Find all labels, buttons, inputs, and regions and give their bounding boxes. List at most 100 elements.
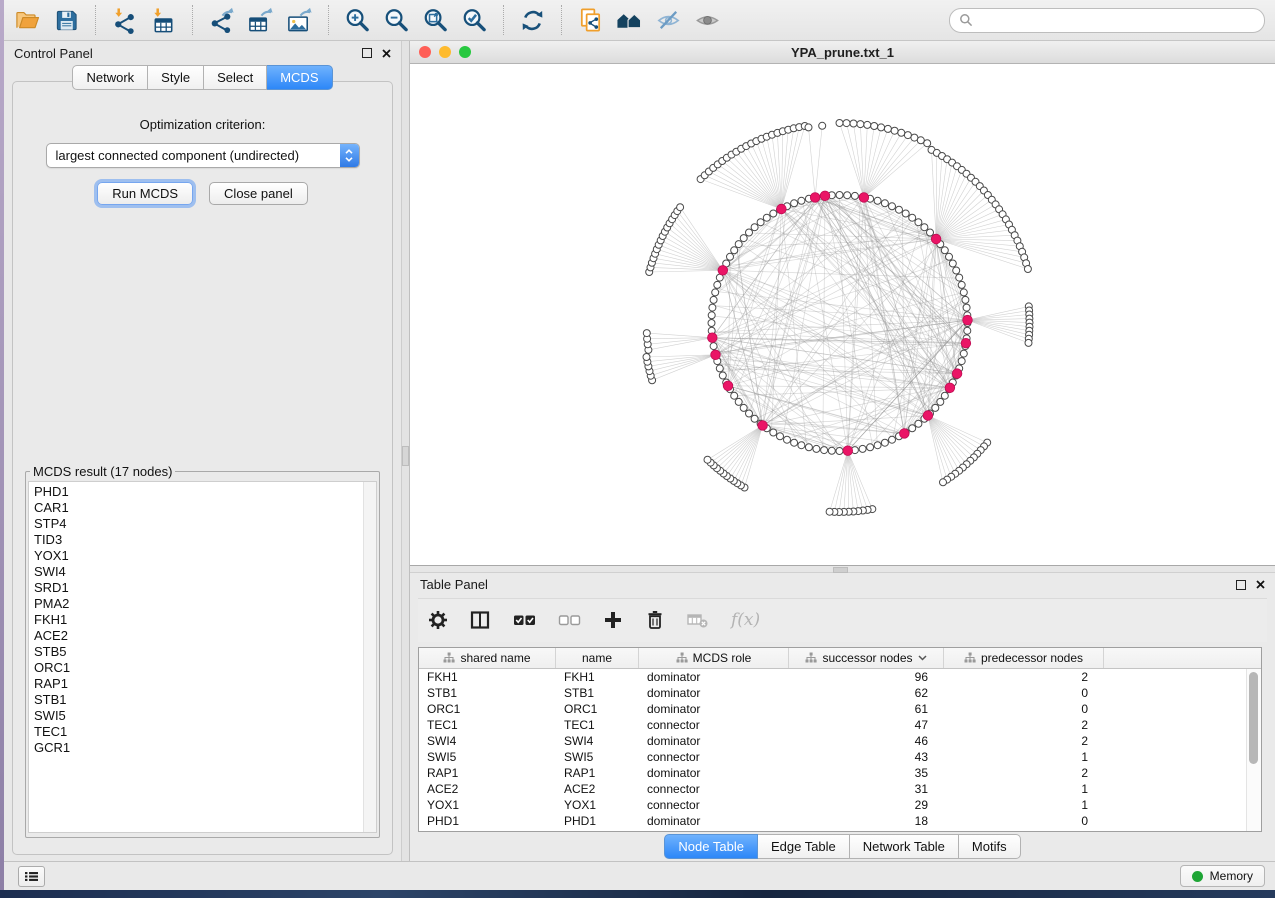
- float-panel-icon[interactable]: [1236, 580, 1246, 590]
- network-graph[interactable]: [410, 64, 1275, 565]
- close-panel-icon[interactable]: [1256, 580, 1265, 589]
- table-cell[interactable]: 2: [944, 766, 1104, 780]
- table-row[interactable]: SWI4SWI4dominator462: [419, 733, 1261, 749]
- table-cell[interactable]: STB1: [556, 686, 639, 700]
- table-row[interactable]: ACE2ACE2connector311: [419, 781, 1261, 797]
- table-row[interactable]: RAP1RAP1dominator352: [419, 765, 1261, 781]
- add-column-button[interactable]: [603, 610, 623, 630]
- tab-select[interactable]: Select: [204, 65, 267, 90]
- table-cell[interactable]: 47: [789, 718, 944, 732]
- table-row[interactable]: ORC1ORC1dominator610: [419, 701, 1261, 717]
- table-row[interactable]: YOX1YOX1connector291: [419, 797, 1261, 813]
- table-cell[interactable]: 96: [789, 670, 944, 684]
- mcds-result-item[interactable]: PHD1: [34, 484, 376, 500]
- table-cell[interactable]: 2: [944, 670, 1104, 684]
- table-cell[interactable]: 0: [944, 686, 1104, 700]
- show-columns-button[interactable]: [470, 610, 491, 630]
- mcds-result-item[interactable]: STB5: [34, 644, 376, 660]
- table-row[interactable]: TEC1TEC1connector472: [419, 717, 1261, 733]
- table-cell[interactable]: 1: [944, 750, 1104, 764]
- table-cell[interactable]: 18: [789, 814, 944, 828]
- table-cell[interactable]: YOX1: [419, 798, 556, 812]
- tab-network[interactable]: Network: [72, 65, 148, 90]
- column-header-shared-name[interactable]: shared name: [419, 648, 556, 668]
- criterion-select[interactable]: largest connected component (undirected): [46, 143, 360, 168]
- table-cell[interactable]: dominator: [639, 734, 789, 748]
- tab-node-table[interactable]: Node Table: [664, 834, 758, 859]
- mcds-result-item[interactable]: FKH1: [34, 612, 376, 628]
- minimize-window-icon[interactable]: [439, 46, 451, 58]
- table-cell[interactable]: 2: [944, 734, 1104, 748]
- table-cell[interactable]: 0: [944, 702, 1104, 716]
- table-cell[interactable]: ACE2: [556, 782, 639, 796]
- tab-edge-table[interactable]: Edge Table: [758, 834, 850, 859]
- import-table-button[interactable]: [146, 4, 181, 36]
- mcds-list-scrollbar[interactable]: [363, 482, 376, 832]
- mcds-result-listbox[interactable]: PHD1CAR1STP4TID3YOX1SWI4SRD1PMA2FKH1ACE2…: [28, 481, 377, 833]
- table-cell[interactable]: PHD1: [419, 814, 556, 828]
- table-cell[interactable]: 1: [944, 798, 1104, 812]
- mcds-result-item[interactable]: SWI4: [34, 564, 376, 580]
- export-image-button[interactable]: [282, 4, 317, 36]
- mcds-result-item[interactable]: TID3: [34, 532, 376, 548]
- mcds-result-item[interactable]: ACE2: [34, 628, 376, 644]
- network-canvas[interactable]: [410, 64, 1275, 565]
- tab-network-table[interactable]: Network Table: [850, 834, 959, 859]
- mcds-result-item[interactable]: RAP1: [34, 676, 376, 692]
- table-cell[interactable]: SWI5: [419, 750, 556, 764]
- table-cell[interactable]: 2: [944, 718, 1104, 732]
- tab-motifs[interactable]: Motifs: [959, 834, 1021, 859]
- table-cell[interactable]: TEC1: [556, 718, 639, 732]
- import-network-button[interactable]: [107, 4, 142, 36]
- close-panel-button[interactable]: Close panel: [209, 182, 308, 205]
- table-cell[interactable]: connector: [639, 798, 789, 812]
- hide-selected-button[interactable]: [651, 4, 686, 36]
- show-all-button[interactable]: [690, 4, 725, 36]
- table-cell[interactable]: PHD1: [556, 814, 639, 828]
- table-cell[interactable]: SWI4: [556, 734, 639, 748]
- first-neighbors-button[interactable]: [612, 4, 647, 36]
- delete-column-button[interactable]: [645, 610, 665, 630]
- save-session-button[interactable]: [49, 4, 84, 36]
- table-row[interactable]: FKH1FKH1dominator962: [419, 669, 1261, 685]
- table-cell[interactable]: STB1: [419, 686, 556, 700]
- table-cell[interactable]: SWI5: [556, 750, 639, 764]
- table-cell[interactable]: RAP1: [556, 766, 639, 780]
- table-cell[interactable]: dominator: [639, 670, 789, 684]
- mcds-result-item[interactable]: STP4: [34, 516, 376, 532]
- mcds-result-item[interactable]: CAR1: [34, 500, 376, 516]
- horizontal-splitter[interactable]: [410, 566, 1275, 573]
- table-cell[interactable]: SWI4: [419, 734, 556, 748]
- table-cell[interactable]: dominator: [639, 814, 789, 828]
- table-cell[interactable]: 61: [789, 702, 944, 716]
- vertical-splitter[interactable]: [401, 41, 410, 861]
- table-cell[interactable]: dominator: [639, 766, 789, 780]
- table-cell[interactable]: connector: [639, 750, 789, 764]
- table-cell[interactable]: FKH1: [556, 670, 639, 684]
- tab-mcds[interactable]: MCDS: [267, 65, 332, 90]
- table-settings-button[interactable]: [428, 610, 448, 630]
- table-scrollbar-thumb[interactable]: [1249, 672, 1258, 764]
- horizontal-splitter-handle[interactable]: [833, 567, 848, 573]
- column-header-mcds-role[interactable]: MCDS role: [639, 648, 789, 668]
- vertical-splitter-handle[interactable]: [402, 446, 409, 466]
- table-cell[interactable]: YOX1: [556, 798, 639, 812]
- table-row[interactable]: SWI5SWI5connector431: [419, 749, 1261, 765]
- zoom-fit-button[interactable]: [418, 4, 453, 36]
- select-all-button[interactable]: [513, 610, 536, 630]
- table-cell[interactable]: 29: [789, 798, 944, 812]
- table-cell[interactable]: 35: [789, 766, 944, 780]
- mcds-result-item[interactable]: SRD1: [34, 580, 376, 596]
- column-header-predecessor-nodes[interactable]: predecessor nodes: [944, 648, 1104, 668]
- column-header-name[interactable]: name: [556, 648, 639, 668]
- mcds-result-item[interactable]: SWI5: [34, 708, 376, 724]
- search-input[interactable]: [978, 12, 1255, 28]
- maximize-window-icon[interactable]: [459, 46, 471, 58]
- table-scrollbar[interactable]: [1246, 669, 1261, 831]
- deselect-all-button[interactable]: [558, 610, 581, 630]
- export-table-button[interactable]: [243, 4, 278, 36]
- new-network-from-selection-button[interactable]: [573, 4, 608, 36]
- float-panel-icon[interactable]: [362, 48, 372, 58]
- close-window-icon[interactable]: [419, 46, 431, 58]
- export-network-button[interactable]: [204, 4, 239, 36]
